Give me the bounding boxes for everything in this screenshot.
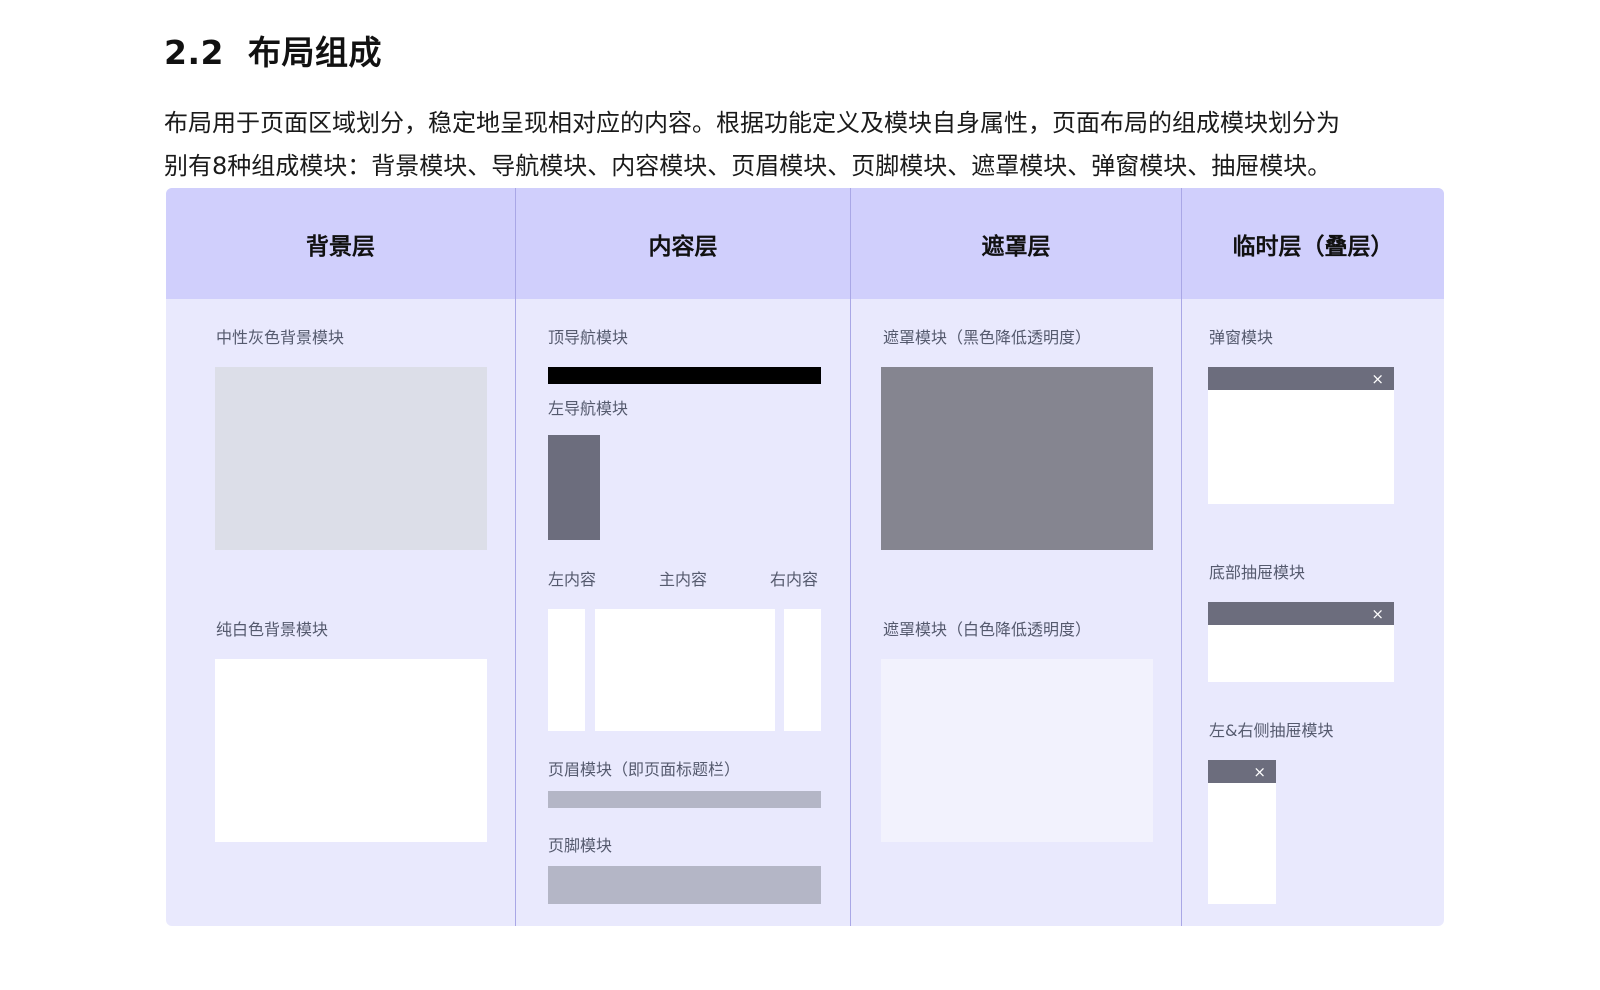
- overlay-layer-title: 临时层（叠层）: [1182, 188, 1444, 299]
- content-layer-title: 内容层: [516, 188, 850, 299]
- intro-line-1: 布局用于页面区域划分，稳定地呈现相对应的内容。根据功能定义及模块自身属性，页面布…: [164, 109, 1340, 137]
- bottom-drawer-module: ×: [1208, 602, 1394, 682]
- footer-module: [548, 866, 821, 904]
- background-layer-column: 背景层 中性灰色背景模块 纯白色背景模块: [166, 188, 515, 926]
- gray-background-label: 中性灰色背景模块: [216, 328, 345, 347]
- section-heading: 2.2 布局组成: [164, 26, 382, 74]
- top-nav-label: 顶导航模块: [548, 328, 629, 347]
- section-title: 布局组成: [247, 33, 382, 72]
- mask-layer-column: 遮罩层 遮罩模块（黑色降低透明度） 遮罩模块（白色降低透明度）: [851, 188, 1181, 926]
- white-background-module: [215, 659, 487, 842]
- top-nav-module: [548, 367, 821, 384]
- close-icon[interactable]: ×: [1371, 603, 1384, 625]
- layer-diagram: 背景层 中性灰色背景模块 纯白色背景模块 内容层 顶导航模块 左导航模块 左内容…: [166, 188, 1444, 926]
- intro-line-2: 别有8种组成模块：背景模块、导航模块、内容模块、页眉模块、页脚模块、遮罩模块、弹…: [164, 152, 1332, 180]
- section-number: 2.2: [164, 33, 224, 72]
- dark-mask-module: [881, 367, 1153, 550]
- side-drawer-module: ×: [1208, 760, 1276, 904]
- bottom-drawer-titlebar: ×: [1208, 602, 1394, 625]
- content-layer-column: 内容层 顶导航模块 左导航模块 左内容 主内容 右内容 页眉模块（即页面标题栏）…: [516, 188, 850, 926]
- dialog-label: 弹窗模块: [1209, 328, 1274, 347]
- header-module-label: 页眉模块（即页面标题栏）: [548, 760, 741, 779]
- main-content-label: 主内容: [659, 570, 708, 589]
- mask-layer-title: 遮罩层: [851, 188, 1181, 299]
- white-background-label: 纯白色背景模块: [216, 620, 329, 639]
- close-icon[interactable]: ×: [1253, 761, 1266, 783]
- gray-background-module: [215, 367, 487, 550]
- left-content-label: 左内容: [548, 570, 597, 589]
- light-mask-label: 遮罩模块（白色降低透明度）: [883, 620, 1092, 639]
- overlay-layer-column: 临时层（叠层） 弹窗模块 × 底部抽屉模块 × 左&右侧抽屉模块 ×: [1182, 188, 1444, 926]
- light-mask-module: [881, 659, 1153, 842]
- bottom-drawer-label: 底部抽屉模块: [1209, 563, 1306, 582]
- intro-paragraph: 布局用于页面区域划分，稳定地呈现相对应的内容。根据功能定义及模块自身属性，页面布…: [164, 102, 1454, 188]
- dark-mask-label: 遮罩模块（黑色降低透明度）: [883, 328, 1092, 347]
- left-nav-module: [548, 435, 600, 540]
- background-layer-title: 背景层: [166, 188, 515, 299]
- header-module: [548, 791, 821, 808]
- right-content-module: [784, 609, 821, 731]
- right-content-label: 右内容: [770, 570, 819, 589]
- dialog-titlebar: ×: [1208, 367, 1394, 390]
- dialog-module: ×: [1208, 367, 1394, 504]
- main-content-module: [595, 609, 775, 731]
- footer-module-label: 页脚模块: [548, 836, 613, 855]
- left-nav-label: 左导航模块: [548, 399, 629, 418]
- side-drawer-titlebar: ×: [1208, 760, 1276, 783]
- side-drawer-label: 左&右侧抽屉模块: [1209, 721, 1334, 740]
- left-content-module: [548, 609, 585, 731]
- close-icon[interactable]: ×: [1371, 368, 1384, 390]
